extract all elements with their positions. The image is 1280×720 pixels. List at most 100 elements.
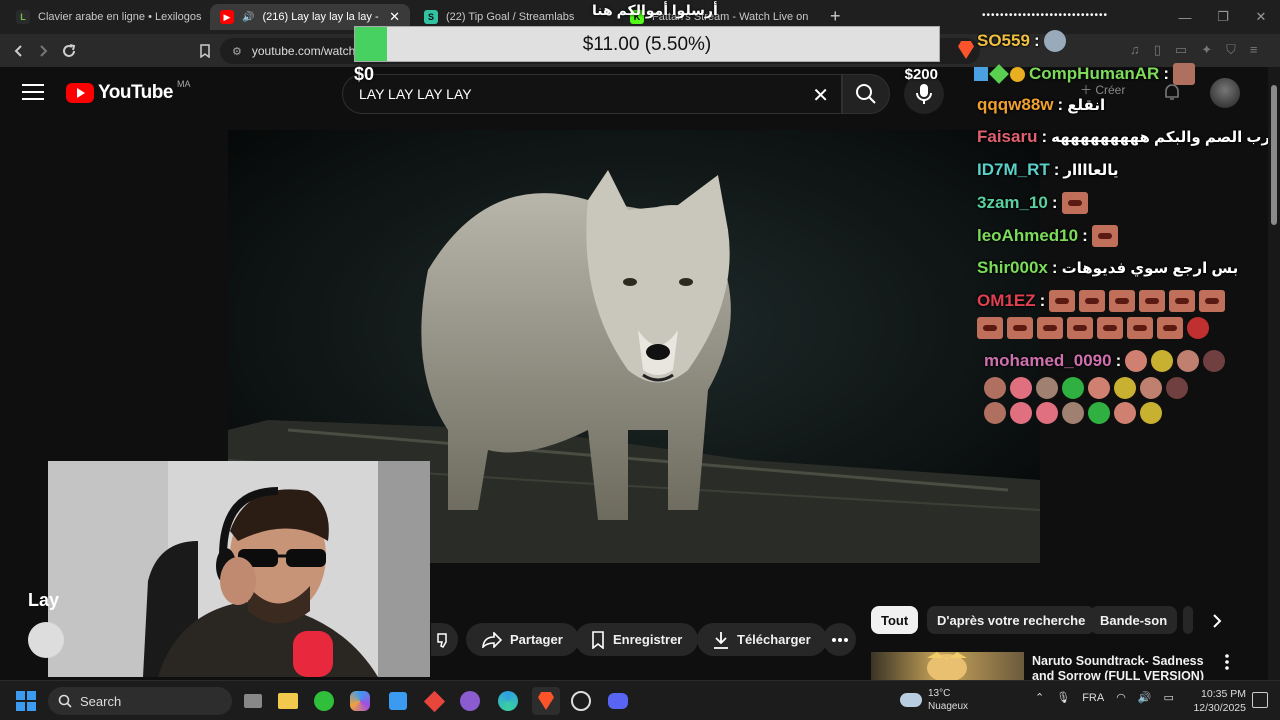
audio-playing-icon: 🔊 [242,11,255,23]
emote-icon [1140,402,1162,424]
chip-from-search[interactable]: D'après votre recherche [927,606,1096,634]
emote-icon [1037,317,1063,339]
scrollbar-thumb[interactable] [1271,85,1277,225]
windows-start-icon[interactable] [16,691,36,711]
chat-separator: : [1051,258,1058,277]
tab-kick[interactable]: K Fattah's Stream - Watch Live on Kic [620,4,820,30]
weather-temperature: 13°C [928,688,951,699]
tab-streamlabs[interactable]: S (22) Tip Goal / Streamlabs [414,4,614,30]
share-button[interactable]: Partager [466,623,579,656]
chat-message: SO559 : [977,30,1066,52]
emote-icon [1187,317,1209,339]
chip-overflow[interactable] [1183,606,1193,634]
address-bar[interactable]: ⚙ youtube.com/watch [220,38,980,64]
copilot-icon[interactable] [348,689,372,713]
language-indicator[interactable]: FRA [1082,692,1104,704]
address-text: youtube.com/watch [251,44,356,58]
reload-icon[interactable] [58,40,80,62]
site-info-icon[interactable]: ⚙ [232,45,242,58]
file-explorer-icon[interactable] [276,689,300,713]
edge-icon[interactable] [496,689,520,713]
notification-center-icon[interactable] [1252,692,1268,708]
battery-icon[interactable]: ▭ [1164,691,1174,704]
channel-avatar[interactable] [28,622,64,658]
chat-message: leoAhmed10 : [977,225,1118,247]
microphone-icon [916,84,932,104]
download-button[interactable]: Télécharger [697,623,827,656]
chat-truncated-line: •••••••••••••••••••••••••••• [982,10,1109,21]
dislike-button[interactable] [431,623,458,656]
hamburger-menu-icon[interactable] [22,84,44,102]
recommendation-title[interactable]: Naruto Soundtrack- Sadness and Sorrow (F… [1032,654,1212,680]
emote-icon [1062,377,1084,399]
chat-username: SO559 [977,31,1030,50]
recommendation-menu-icon[interactable] [1225,654,1239,672]
system-clock[interactable]: 10:35 PM 12/30/2025 [1188,687,1246,715]
chat-username: CompHumanAR [1029,64,1160,83]
emote-icon [1010,377,1032,399]
chat-message-continued [984,377,1188,399]
stream-chat-overlay: •••••••••••••••••••••••••••• SO559 : Com… [972,10,1280,430]
voice-search-button[interactable] [904,74,944,114]
emote-icon [1010,402,1032,424]
xbox-icon[interactable] [312,689,336,713]
tab-lexilogos[interactable]: L Clavier arabe en ligne • Lexilogos [6,4,206,30]
chip-all[interactable]: Tout [871,606,919,634]
taskbar-search[interactable]: Search [48,687,232,715]
chip-soundtrack[interactable]: Bande-son [1090,606,1178,634]
emote-icon [1169,290,1196,312]
emote-icon [1125,350,1148,372]
task-view-icon[interactable] [241,689,265,713]
microphone-icon[interactable]: 🎙 [1056,691,1070,704]
emote-icon [1127,317,1153,339]
page-scrollbar[interactable] [1268,67,1280,680]
forward-icon[interactable] [32,40,54,62]
badge-icon [974,67,988,81]
emote-icon [1049,290,1076,312]
emote-icon [1067,317,1093,339]
chevron-right-icon [1213,614,1222,628]
back-icon[interactable] [8,40,30,62]
app-diamond-icon[interactable] [422,689,446,713]
recommendation-thumbnail[interactable] [871,652,1024,680]
brave-browser-icon[interactable] [532,687,560,715]
chat-separator: : [1041,127,1048,146]
discord-icon[interactable] [606,689,630,713]
emote-icon [1036,377,1058,399]
emote-icon [1091,225,1118,247]
new-tab-icon[interactable]: + [830,6,841,27]
search-input[interactable]: LAY LAY LAY LAY ✕ [342,74,842,114]
chat-separator: : [1115,351,1122,370]
emote-icon [1199,290,1226,312]
chat-username: ID7M_RT [977,160,1050,179]
emote-icon [1140,377,1162,399]
search-icon [856,84,876,104]
emote-icon [1088,377,1110,399]
microsoft-store-icon[interactable] [386,689,410,713]
obs-icon[interactable] [569,689,593,713]
emote-icon [1061,192,1088,214]
share-label: Partager [510,632,563,647]
clear-search-icon[interactable]: ✕ [812,83,829,108]
chat-username: 3zam_10 [977,193,1048,212]
search-button[interactable] [842,74,890,114]
chips-next-button[interactable] [1204,608,1230,634]
chevron-up-icon[interactable]: ⌃ [1035,691,1044,704]
messenger-icon[interactable] [458,689,482,713]
wifi-icon[interactable]: ◠ [1116,691,1126,704]
more-actions-button[interactable] [823,623,856,656]
youtube-logo[interactable]: YouTube MA [66,79,190,104]
chat-message: CompHumanAR : [974,63,1196,85]
lexilogos-favicon-icon: L [16,10,30,24]
save-icon [592,630,604,649]
volume-icon[interactable]: 🔊 [1138,691,1152,704]
chat-separator: : [1051,193,1058,212]
bookmark-icon[interactable] [194,40,216,62]
save-button[interactable]: Enregistrer [575,623,699,656]
tab-youtube[interactable]: ▶ 🔊 (216) Lay lay lay la lay - YouTu ✕ [210,4,410,30]
chat-text: بس ارجع سوي فديوهات [1061,260,1239,277]
weather-widget[interactable]: 13°C Nuageux [900,687,968,713]
chat-username: mohamed_0090 [984,351,1112,370]
chat-text: حرب الصم والبكم هههههههههه [1051,129,1280,146]
close-tab-icon[interactable]: ✕ [389,9,400,25]
